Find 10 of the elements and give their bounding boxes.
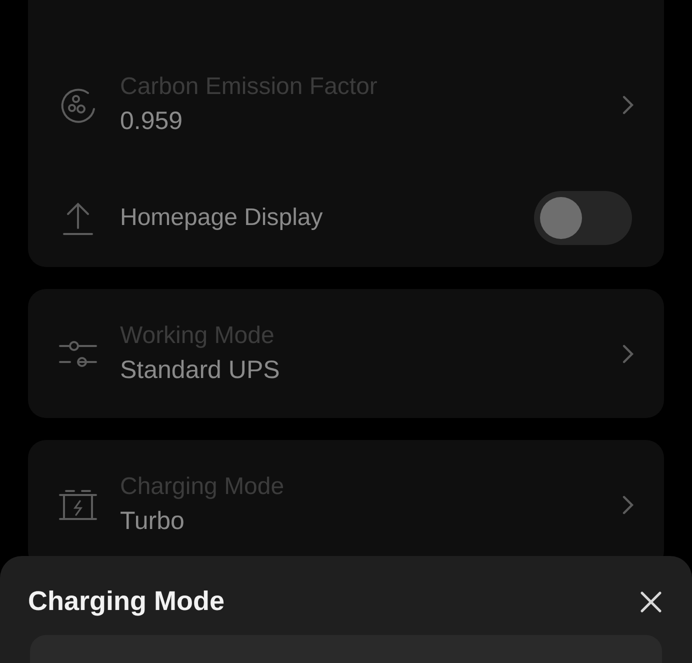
setting-value: Turbo <box>120 507 186 536</box>
setting-label: Homepage Display <box>120 204 324 232</box>
close-icon <box>640 590 662 612</box>
chevron-icon <box>622 494 634 514</box>
chevron-icon <box>622 344 634 364</box>
chevron-icon <box>622 94 634 114</box>
sheet-title: Charging Mode <box>28 586 224 617</box>
setting-value: Standard UPS <box>120 356 281 385</box>
close-button[interactable] <box>640 590 662 612</box>
setting-value: 0.959 <box>120 107 184 136</box>
